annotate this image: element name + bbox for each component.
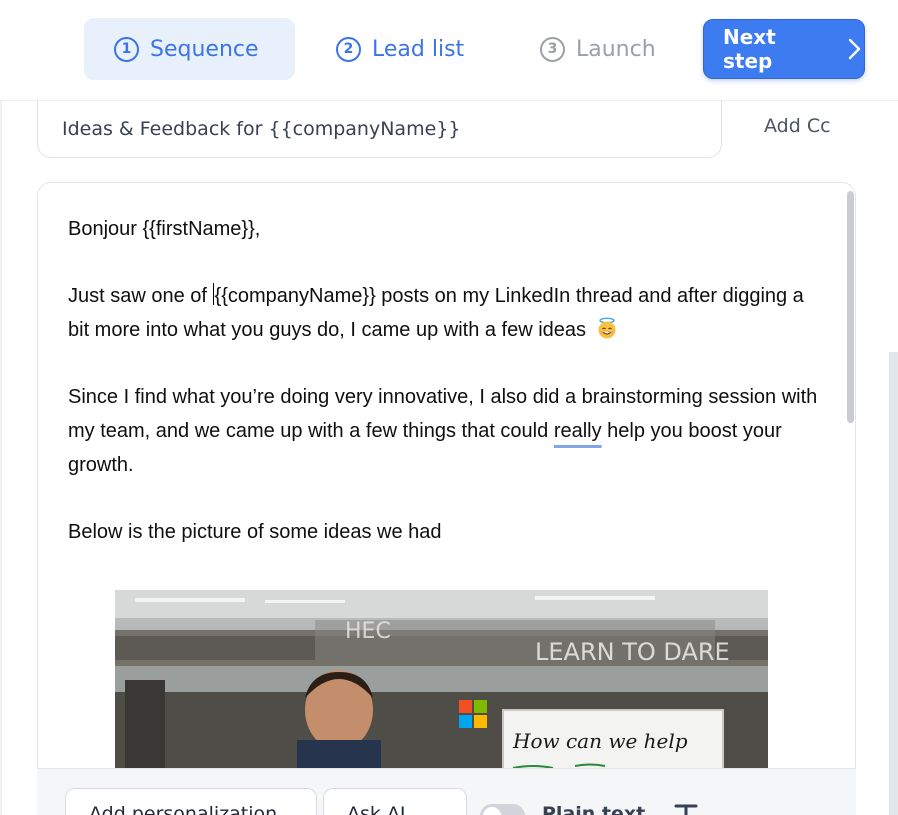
paragraph-2: Since I find what you’re doing very inno… <box>68 381 828 482</box>
step-sequence[interactable]: 1 Sequence <box>84 18 295 80</box>
plain-text-toggle[interactable] <box>480 804 525 815</box>
spellcheck-flagged-word[interactable]: really <box>554 420 602 442</box>
editor-scrollbar[interactable] <box>847 191 854 423</box>
embedded-photo[interactable]: HEC LEARN TO DARE How can we help <box>115 590 768 770</box>
chevron-right-icon <box>848 38 861 60</box>
paragraph-1-start: Just saw one of <box>68 285 213 308</box>
plain-text-label: Plain text <box>542 803 646 815</box>
smiling-face-with-halo-icon <box>598 317 616 339</box>
photo-sign-learn: LEARN TO DARE <box>535 638 730 666</box>
step-label-sequence: Sequence <box>150 36 259 62</box>
photo-illustration: HEC LEARN TO DARE How can we help <box>115 590 768 770</box>
email-body-editor[interactable]: Bonjour {{firstName}}, Just saw one of {… <box>37 182 856 815</box>
photo-sign-hec: HEC <box>345 619 391 644</box>
paragraph-1: Just saw one of {{companyName}} posts on… <box>68 280 828 347</box>
step-bar: 1 Sequence 2 Lead list 3 Launch Next ste… <box>0 0 898 101</box>
ask-ai-button[interactable]: Ask AI <box>323 788 467 815</box>
page-scrollbar[interactable] <box>889 352 898 815</box>
paragraph-3: Below is the picture of some ideas we ha… <box>68 521 442 544</box>
editor-toolbar: Add personalization Ask AI Plain text <box>37 768 856 815</box>
subject-value: Ideas & Feedback for {{companyName}} <box>62 117 461 140</box>
whiteboard-text: How can we help <box>512 729 688 753</box>
add-cc-button[interactable]: Add Cc <box>764 115 831 137</box>
page-left-border <box>0 101 2 815</box>
step-number-2: 2 <box>336 36 361 62</box>
step-launch[interactable]: 3 Launch <box>540 18 656 80</box>
step-label-launch: Launch <box>576 36 656 62</box>
email-body-text[interactable]: Bonjour {{firstName}}, Just saw one of {… <box>68 213 828 584</box>
add-personalization-button[interactable]: Add personalization <box>65 788 317 815</box>
text-format-icon[interactable] <box>673 801 699 815</box>
step-lead-list[interactable]: 2 Lead list <box>336 18 464 80</box>
step-number-3: 3 <box>540 36 565 62</box>
next-step-button[interactable]: Next step <box>703 19 865 79</box>
greeting-line: Bonjour {{firstName}}, <box>68 218 261 240</box>
toggle-knob <box>483 807 501 815</box>
step-number-1: 1 <box>114 36 139 62</box>
step-label-lead-list: Lead list <box>372 36 465 62</box>
subject-input[interactable]: Ideas & Feedback for {{companyName}} <box>37 100 722 158</box>
next-step-label: Next step <box>723 25 776 73</box>
text-cursor <box>212 283 214 306</box>
